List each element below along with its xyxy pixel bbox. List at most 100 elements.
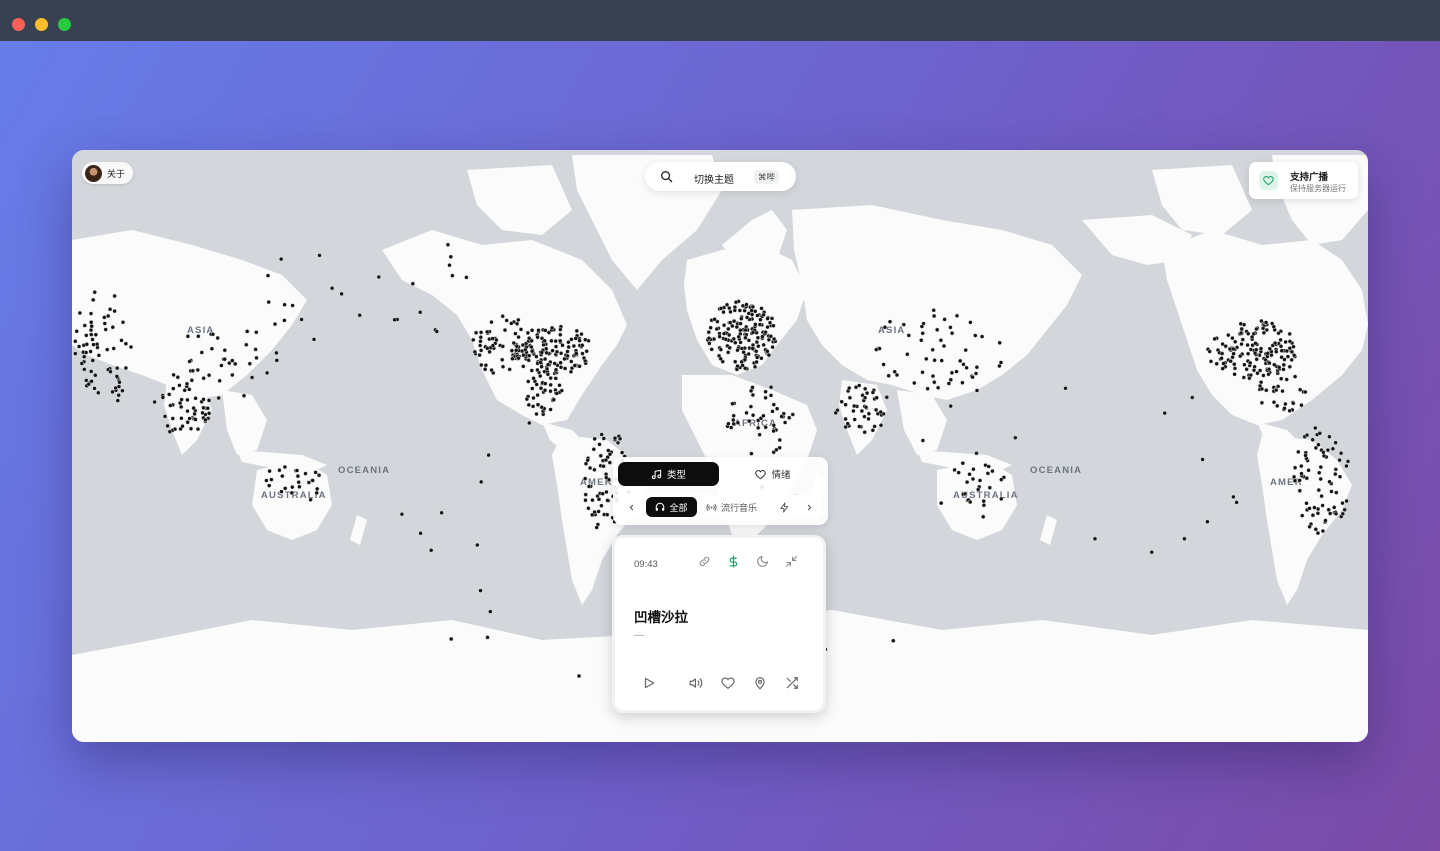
station-marker[interactable] (102, 321, 107, 326)
station-marker[interactable] (739, 346, 745, 351)
station-marker[interactable] (478, 334, 483, 340)
station-marker[interactable] (920, 370, 925, 375)
station-marker[interactable] (746, 351, 751, 357)
station-marker[interactable] (977, 478, 983, 483)
station-marker[interactable] (930, 347, 935, 353)
station-marker[interactable] (1242, 362, 1247, 367)
station-marker[interactable] (586, 484, 592, 489)
station-marker[interactable] (539, 405, 544, 410)
station-marker[interactable] (203, 417, 208, 423)
station-marker[interactable] (171, 372, 176, 378)
station-marker[interactable] (162, 414, 168, 419)
station-marker[interactable] (1318, 476, 1323, 482)
station-marker[interactable] (1280, 388, 1285, 394)
station-marker[interactable] (439, 510, 444, 515)
volume-icon[interactable] (689, 676, 703, 690)
station-marker[interactable] (526, 402, 531, 408)
station-marker[interactable] (754, 359, 759, 365)
station-marker[interactable] (500, 344, 505, 349)
station-marker[interactable] (182, 388, 187, 393)
station-marker[interactable] (736, 334, 741, 340)
station-marker[interactable] (199, 350, 205, 355)
station-marker[interactable] (1240, 337, 1246, 342)
station-marker[interactable] (290, 303, 295, 308)
station-marker[interactable] (477, 352, 482, 358)
station-marker[interactable] (576, 673, 582, 679)
station-marker[interactable] (590, 512, 595, 518)
station-marker[interactable] (487, 349, 492, 355)
station-marker[interactable] (1274, 403, 1280, 409)
station-marker[interactable] (222, 356, 227, 362)
station-marker[interactable] (193, 396, 198, 401)
station-marker[interactable] (755, 335, 761, 340)
station-marker[interactable] (116, 392, 121, 398)
station-marker[interactable] (601, 436, 606, 441)
station-marker[interactable] (603, 457, 609, 463)
station-marker[interactable] (968, 499, 973, 505)
station-marker[interactable] (1304, 432, 1310, 438)
station-marker[interactable] (597, 442, 602, 447)
station-marker[interactable] (187, 359, 192, 364)
station-marker[interactable] (172, 426, 178, 432)
station-marker[interactable] (282, 302, 287, 307)
station-marker[interactable] (123, 341, 129, 346)
station-marker[interactable] (727, 305, 732, 311)
station-marker[interactable] (88, 349, 93, 354)
station-marker[interactable] (761, 413, 766, 418)
station-marker[interactable] (557, 383, 562, 388)
station-marker[interactable] (771, 336, 777, 342)
station-marker[interactable] (738, 321, 743, 326)
station-marker[interactable] (1248, 347, 1254, 352)
station-marker[interactable] (935, 327, 940, 333)
station-marker[interactable] (111, 346, 116, 351)
station-marker[interactable] (483, 362, 489, 368)
station-marker[interactable] (1251, 367, 1257, 373)
station-marker[interactable] (551, 397, 556, 402)
station-marker[interactable] (504, 318, 509, 323)
station-marker[interactable] (560, 343, 565, 348)
station-marker[interactable] (949, 330, 955, 336)
station-marker[interactable] (580, 351, 585, 356)
station-marker[interactable] (314, 486, 320, 492)
station-marker[interactable] (1232, 361, 1237, 367)
station-marker[interactable] (771, 423, 776, 428)
station-marker[interactable] (968, 320, 973, 325)
station-marker[interactable] (733, 299, 739, 305)
station-marker[interactable] (542, 338, 547, 344)
station-marker[interactable] (981, 514, 986, 519)
station-marker[interactable] (1292, 465, 1298, 470)
station-marker[interactable] (948, 403, 953, 409)
station-marker[interactable] (920, 438, 926, 443)
station-marker[interactable] (574, 328, 579, 334)
station-marker[interactable] (964, 365, 969, 371)
station-marker[interactable] (753, 309, 758, 314)
station-marker[interactable] (1318, 464, 1324, 470)
station-marker[interactable] (746, 338, 752, 343)
station-marker[interactable] (110, 389, 115, 395)
station-marker[interactable] (749, 451, 754, 456)
station-marker[interactable] (562, 356, 567, 362)
station-marker[interactable] (485, 329, 490, 335)
station-marker[interactable] (1263, 320, 1269, 325)
station-marker[interactable] (1337, 457, 1342, 463)
station-marker[interactable] (882, 325, 888, 330)
station-marker[interactable] (545, 362, 551, 367)
station-marker[interactable] (549, 325, 555, 331)
station-marker[interactable] (973, 333, 978, 338)
lightning-icon[interactable] (779, 500, 790, 518)
station-marker[interactable] (1329, 489, 1334, 494)
station-marker[interactable] (1258, 346, 1264, 351)
station-marker[interactable] (1283, 339, 1288, 345)
station-marker[interactable] (539, 350, 544, 355)
station-marker[interactable] (1219, 356, 1224, 361)
station-marker[interactable] (329, 285, 335, 291)
station-marker[interactable] (1259, 386, 1265, 392)
station-marker[interactable] (1307, 506, 1312, 511)
station-marker[interactable] (708, 325, 713, 330)
station-marker[interactable] (1276, 330, 1281, 336)
station-marker[interactable] (935, 385, 941, 390)
station-marker[interactable] (707, 341, 712, 346)
station-marker[interactable] (767, 320, 773, 325)
station-marker[interactable] (596, 497, 602, 502)
station-marker[interactable] (1223, 343, 1228, 349)
